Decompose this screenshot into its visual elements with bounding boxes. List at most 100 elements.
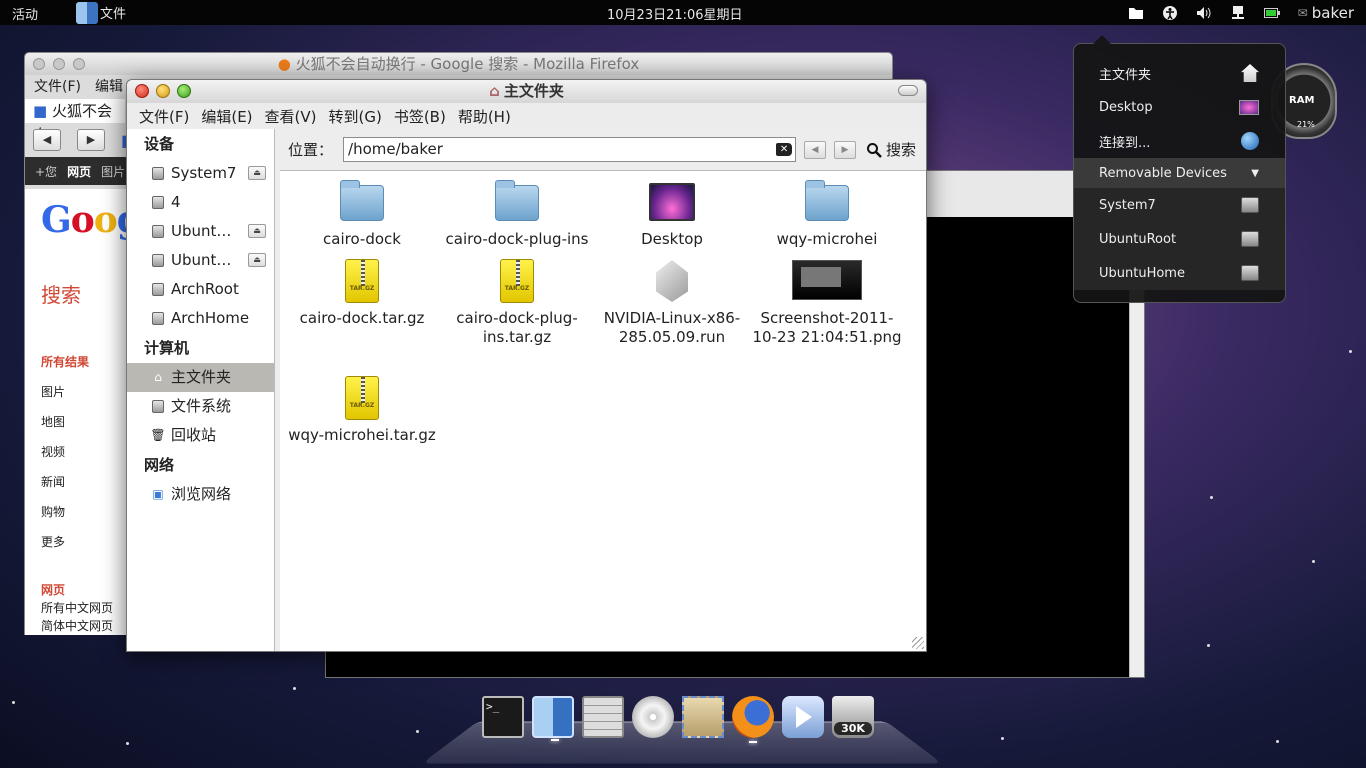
dvd-icon[interactable] <box>632 696 674 738</box>
file-grid: cairo-dock cairo-dock-plug-ins Desktop w… <box>280 170 926 651</box>
sidebar-item-ubuntu-home[interactable]: Ubunt… ⏏ <box>127 246 274 275</box>
file-item[interactable]: cairo-dock <box>287 179 437 249</box>
mail-icon[interactable] <box>682 696 724 738</box>
file-item[interactable]: cairo-dock-plug-ins.tar.gz <box>442 258 592 347</box>
accessibility-icon[interactable] <box>1162 5 1178 21</box>
sidebar-item-ubuntu-root[interactable]: Ubunt… ⏏ <box>127 217 274 246</box>
eject-icon[interactable]: ⏏ <box>248 166 266 180</box>
sidebar-item-home[interactable]: ⌂ 主文件夹 <box>127 363 274 392</box>
sidebar-item-4[interactable]: 4 <box>127 188 274 217</box>
drive-icon <box>151 312 165 326</box>
location-forward-button[interactable]: ▶ <box>834 140 857 159</box>
sidebar-item-filesystem[interactable]: 文件系统 <box>127 392 274 421</box>
eject-icon[interactable]: ⏏ <box>248 224 266 238</box>
sidebar-item-archhome[interactable]: ArchHome <box>127 304 274 333</box>
google-images-link[interactable]: 图片 <box>101 163 125 180</box>
window-title: 主文件夹 <box>503 82 564 100</box>
minimize-button[interactable] <box>156 84 170 98</box>
media-player-icon[interactable] <box>782 696 824 738</box>
ff-menu-edit[interactable]: 编辑 <box>95 75 123 99</box>
menu-edit[interactable]: 编辑(E) <box>195 106 258 127</box>
google-plus-link[interactable]: +您 <box>35 163 57 180</box>
app-menu[interactable]: 文件 <box>76 0 126 25</box>
places-item-desktop[interactable]: Desktop <box>1074 90 1285 124</box>
sidebar-item-label: 文件系统 <box>171 397 232 415</box>
file-item[interactable]: Screenshot-2011-10-23 21:04:51.png <box>752 258 902 347</box>
finder-icon[interactable] <box>532 696 574 741</box>
activities-button[interactable]: 活动 <box>12 4 38 23</box>
all-chinese-link[interactable]: 所有中文网页 <box>41 599 113 617</box>
forward-button[interactable]: ▶ <box>77 129 105 151</box>
file-name: wqy-microhei.tar.gz <box>288 426 436 444</box>
trash-icon[interactable]: 30K <box>832 696 874 738</box>
places-drive-label: System7 <box>1099 197 1156 213</box>
sidebar-item-label: 4 <box>171 193 181 211</box>
location-input[interactable]: /home/baker ✕ <box>343 137 797 162</box>
network-icon[interactable] <box>1230 5 1246 21</box>
executable-icon <box>648 258 696 306</box>
places-drive-ubunturoot[interactable]: UbuntuRoot <box>1074 222 1285 256</box>
places-drive-ubuntuhome[interactable]: UbuntuHome <box>1074 256 1285 290</box>
sidebar-item-label: ArchHome <box>171 309 250 327</box>
firefox-icon[interactable] <box>732 696 774 743</box>
maximize-button[interactable] <box>177 84 191 98</box>
side-link-images[interactable]: 图片 <box>41 377 89 407</box>
volume-icon[interactable] <box>1196 5 1212 21</box>
google-web-link[interactable]: 网页 <box>67 163 91 180</box>
toolbar-toggle-button[interactable] <box>898 85 918 96</box>
places-drive-system7[interactable]: System7 <box>1074 188 1285 222</box>
file-item[interactable]: Desktop <box>597 179 747 249</box>
folder-icon <box>493 179 541 227</box>
file-item[interactable]: wqy-microhei.tar.gz <box>287 375 437 445</box>
eject-icon[interactable]: ⏏ <box>248 253 266 267</box>
side-link-more[interactable]: 更多 <box>41 527 89 557</box>
ff-menu-file[interactable]: 文件(F) <box>34 75 81 99</box>
calculator-icon[interactable] <box>582 696 624 738</box>
clock[interactable]: 10月23日21:06星期日 <box>607 4 743 23</box>
sidebar-item-system7[interactable]: System7 ⏏ <box>127 159 274 188</box>
devices-header: 设备 <box>144 135 175 153</box>
sidebar-item-archroot[interactable]: ArchRoot <box>127 275 274 304</box>
menu-go[interactable]: 转到(G) <box>323 106 388 127</box>
firefox-titlebar[interactable]: ● 火狐不会自动换行 - Google 搜索 - Mozilla Firefox <box>25 53 892 75</box>
file-manager-titlebar[interactable]: ⌂ 主文件夹 <box>127 80 926 103</box>
location-back-button[interactable]: ◀ <box>804 140 827 159</box>
places-sidebar: 设备 System7 ⏏ 4 Ubunt… ⏏ Ubunt… ⏏ ArchRoo… <box>127 129 275 651</box>
firefox-tab[interactable]: ■ 火狐不会自 <box>25 99 125 144</box>
search-button[interactable]: 搜索 <box>866 139 916 160</box>
user-menu[interactable]: ✉ baker <box>1298 4 1354 22</box>
file-manager-window[interactable]: ⌂ 主文件夹 文件(F) 编辑(E) 查看(V) 转到(G) 书签(B) 帮助(H… <box>126 79 927 652</box>
sidebar-item-label: 回收站 <box>171 426 217 444</box>
file-item[interactable]: NVIDIA-Linux-x86-285.05.09.run <box>597 258 747 347</box>
side-link-news[interactable]: 新闻 <box>41 467 89 497</box>
simplified-chinese-link[interactable]: 简体中文网页 <box>41 617 113 635</box>
folder-icon <box>338 179 386 227</box>
places-item-home[interactable]: 主文件夹 <box>1074 56 1285 90</box>
resize-grip[interactable] <box>912 637 924 649</box>
menu-file[interactable]: 文件(F) <box>133 106 195 127</box>
battery-icon[interactable] <box>1263 5 1280 21</box>
side-link-video[interactable]: 视频 <box>41 437 89 467</box>
file-item[interactable]: cairo-dock.tar.gz <box>287 258 437 328</box>
sidebar-item-trash[interactable]: 🗑 回收站 <box>127 421 274 450</box>
removable-devices-submenu[interactable]: Removable Devices ▼ <box>1074 158 1285 188</box>
clear-icon[interactable]: ✕ <box>776 143 793 156</box>
close-button[interactable] <box>135 84 149 98</box>
sidebar-item-browse-network[interactable]: ▣ 浏览网络 <box>127 480 274 509</box>
file-item[interactable]: wqy-microhei <box>752 179 902 249</box>
web-link[interactable]: 网页 <box>41 581 113 599</box>
all-results-link[interactable]: 所有结果 <box>41 347 89 377</box>
places-item-label: 连接到... <box>1099 135 1151 151</box>
menu-help[interactable]: 帮助(H) <box>452 106 517 127</box>
file-item[interactable]: cairo-dock-plug-ins <box>442 179 592 249</box>
desktop-icon <box>1239 99 1259 115</box>
terminal-icon[interactable]: >_ <box>482 696 524 738</box>
menu-bookmarks[interactable]: 书签(B) <box>388 106 452 127</box>
side-link-maps[interactable]: 地图 <box>41 407 89 437</box>
side-link-shopping[interactable]: 购物 <box>41 497 89 527</box>
menu-view[interactable]: 查看(V) <box>259 106 323 127</box>
places-folder-icon[interactable] <box>1128 5 1144 21</box>
places-item-connect[interactable]: 连接到... <box>1074 124 1285 158</box>
back-button[interactable]: ◀ <box>33 129 61 151</box>
file-name: cairo-dock-plug-ins.tar.gz <box>456 309 578 346</box>
